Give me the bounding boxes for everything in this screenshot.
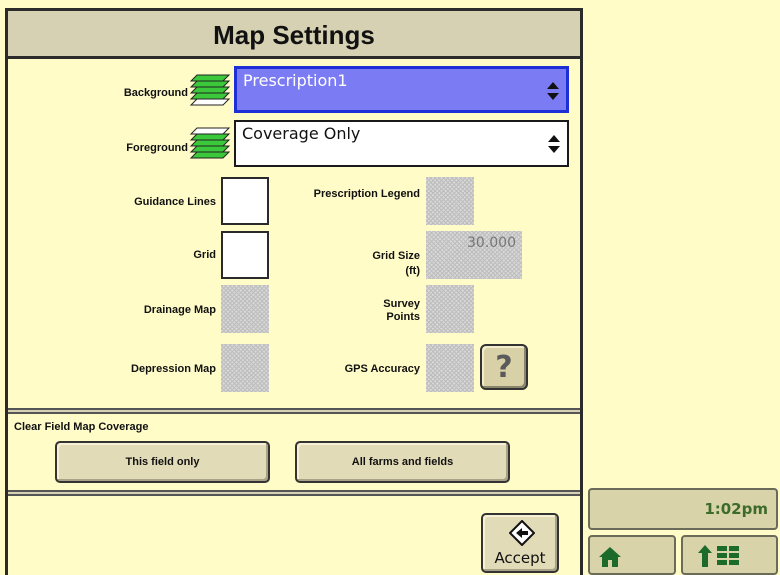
prescription-legend-label: Prescription Legend <box>313 188 420 200</box>
help-button[interactable]: ? <box>480 344 528 390</box>
layers-icon <box>189 74 231 106</box>
grid-size-label: Grid Size <box>372 250 420 262</box>
depression-map-label: Depression Map <box>131 363 216 375</box>
updown-arrow-icon <box>547 82 559 100</box>
drainage-map-label: Drainage Map <box>143 304 216 316</box>
prescription-legend-checkbox-disabled <box>426 177 474 225</box>
guidance-lines-label: Guidance Lines <box>134 196 216 208</box>
depression-map-checkbox-disabled <box>221 344 269 392</box>
updown-arrow-icon <box>548 135 560 153</box>
background-label: Background <box>123 87 188 99</box>
grid-size-field-disabled: 30.000 <box>426 231 522 279</box>
grid-label: Grid <box>193 249 216 261</box>
clock-display: 1:02pm <box>588 488 778 530</box>
clear-coverage-heading: Clear Field Map Coverage <box>14 421 149 433</box>
enter-arrow-icon <box>509 520 535 546</box>
dialog-title: Map Settings <box>8 11 580 59</box>
gps-accuracy-checkbox-disabled <box>426 344 474 392</box>
gps-accuracy-label: GPS Accuracy <box>344 363 420 375</box>
drainage-map-checkbox-disabled <box>221 285 269 333</box>
foreground-label: Foreground <box>126 142 188 154</box>
home-button[interactable] <box>588 535 676 575</box>
foreground-dropdown[interactable]: Coverage Only <box>234 120 569 167</box>
clear-this-field-button[interactable]: This field only <box>55 441 270 483</box>
map-settings-dialog: Map Settings Background Prescription1 Fo… <box>5 8 583 575</box>
section-divider <box>8 490 580 496</box>
survey-points-label-line2: Points <box>386 311 420 323</box>
section-divider <box>8 408 580 414</box>
survey-points-label-line1: Survey <box>383 298 420 310</box>
grid-size-unit: (ft) <box>405 265 420 277</box>
guidance-lines-checkbox[interactable] <box>221 177 269 225</box>
layers-icon <box>189 127 231 159</box>
accept-button[interactable]: Accept <box>481 513 559 573</box>
survey-points-checkbox-disabled <box>426 285 474 333</box>
clear-all-fields-button[interactable]: All farms and fields <box>295 441 510 483</box>
home-icon <box>599 547 621 567</box>
grid-checkbox[interactable] <box>221 231 269 279</box>
background-dropdown-value: Prescription1 <box>243 71 348 90</box>
menu-button[interactable] <box>681 535 778 575</box>
foreground-dropdown-value: Coverage Only <box>242 124 361 143</box>
background-dropdown[interactable]: Prescription1 <box>234 66 569 113</box>
accept-label: Accept <box>494 549 546 567</box>
up-arrow-grid-icon <box>698 545 739 567</box>
